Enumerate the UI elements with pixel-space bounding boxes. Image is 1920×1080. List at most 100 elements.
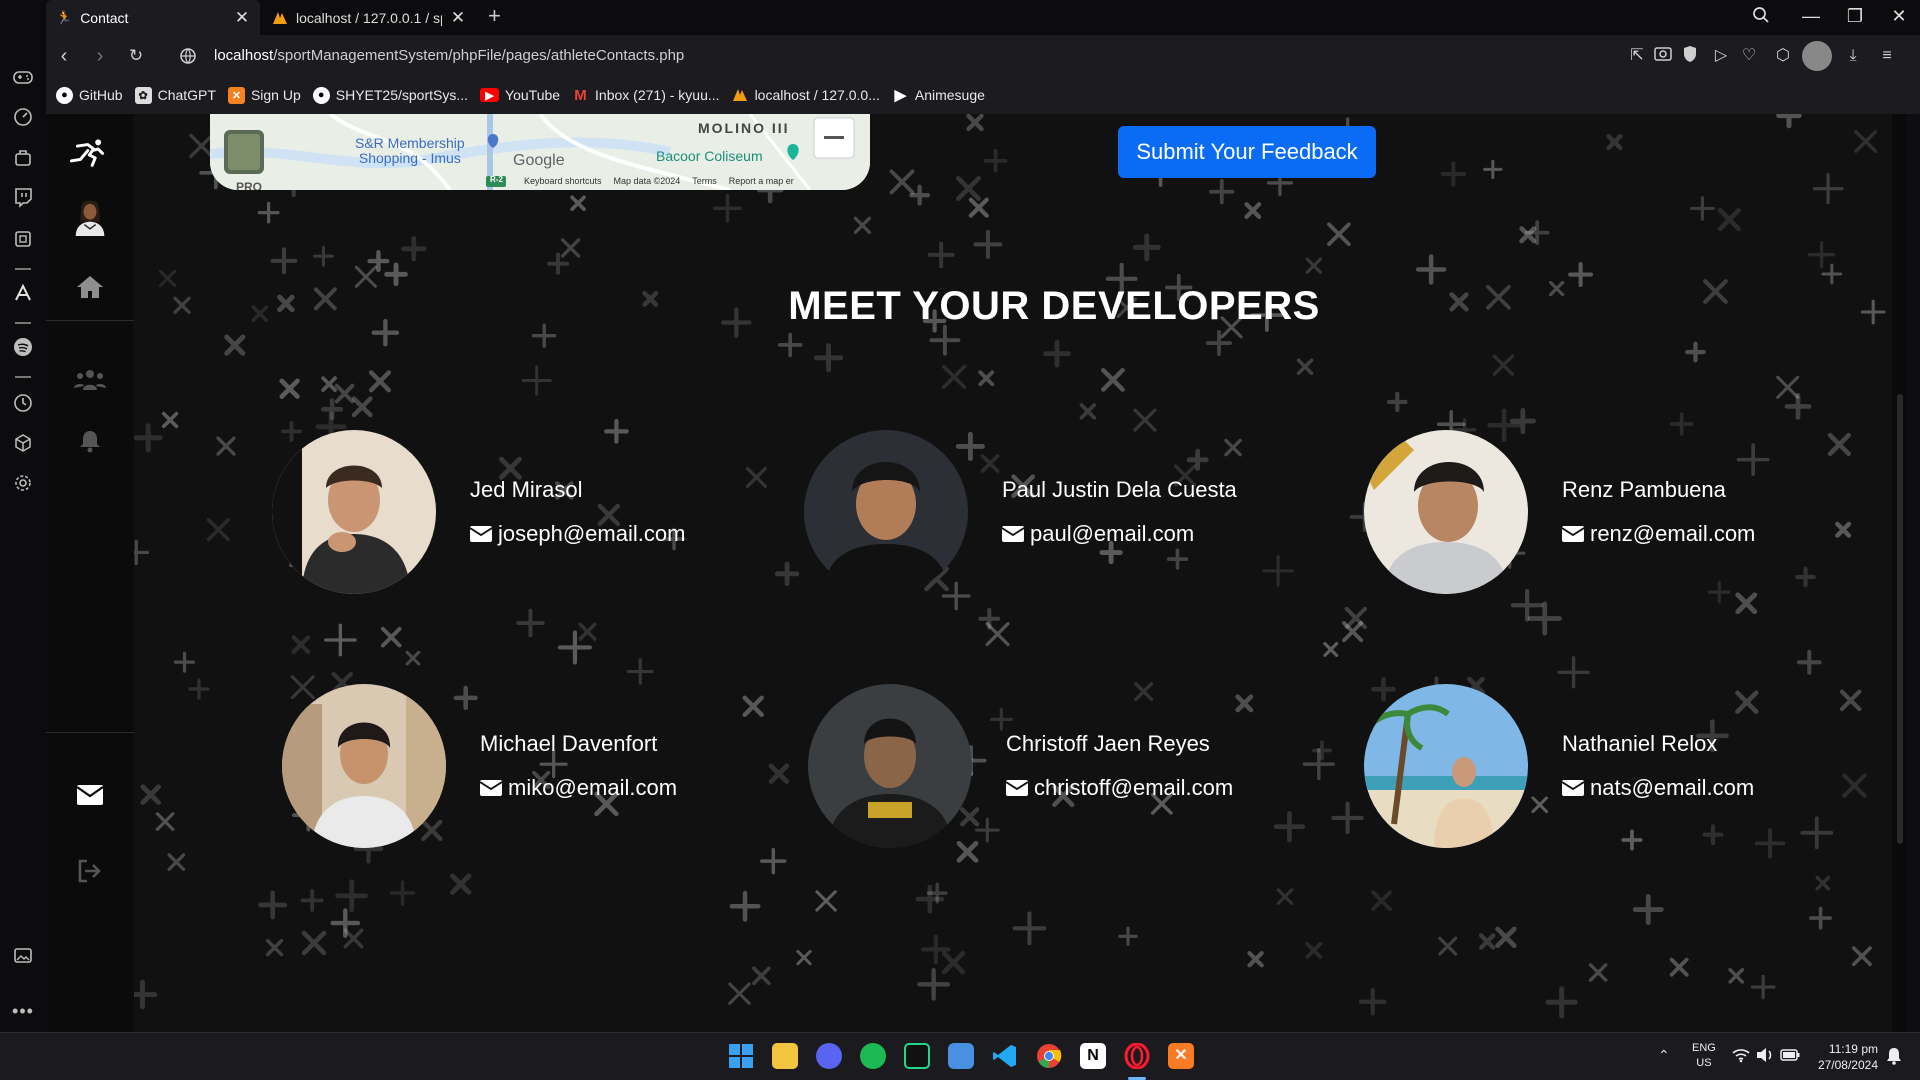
app-cube-icon[interactable] [948,1043,974,1069]
xampp-icon[interactable]: ✕ [1168,1043,1194,1069]
send-icon[interactable]: ▷ [1710,45,1732,67]
close-window-button[interactable]: ✕ [1884,6,1914,27]
download-icon[interactable]: ⤓ [1842,45,1864,67]
tab-title: localhost / 127.0.0.1 / sp [296,9,442,26]
spotify-icon[interactable] [860,1043,886,1069]
web-page: S&R Membership Shopping - Imus MOLINO II… [46,114,1906,1032]
site-info-icon[interactable] [176,44,200,68]
notion-icon[interactable]: N [1080,1043,1106,1069]
history-icon[interactable] [12,392,34,414]
home-icon[interactable] [70,272,110,302]
bookmark-phpmyadmin[interactable]: localhost / 127.0.0... [732,87,880,104]
extension-icon[interactable] [12,228,34,250]
bookmark-signup[interactable]: ✕ Sign Up [227,86,301,104]
speed-dial-icon[interactable] [12,106,34,128]
forward-icon[interactable]: › [88,44,112,68]
bell-icon[interactable] [70,426,110,456]
volume-icon[interactable] [1756,1047,1774,1063]
cross-decoration [796,949,812,966]
developer-email[interactable]: joseph@email.com [470,521,685,547]
team-icon[interactable] [70,364,110,394]
notification-bell-icon[interactable] [1886,1047,1902,1065]
runner-logo-icon[interactable] [70,134,110,170]
submit-feedback-button[interactable]: Submit Your Feedback [1118,126,1376,178]
tab-phpmyadmin[interactable]: localhost / 127.0.0.1 / sp ✕ [262,0,476,35]
gallery-icon[interactable] [12,944,34,966]
file-explorer-icon[interactable] [772,1043,798,1069]
embedded-map[interactable]: S&R Membership Shopping - Imus MOLINO II… [210,114,870,190]
restore-button[interactable]: ❐ [1840,6,1870,27]
bookmark-gmail[interactable]: M Inbox (271) - kyuu... [572,87,719,104]
windows-start-icon[interactable] [728,1043,754,1069]
shield-icon[interactable] [1682,45,1704,67]
close-tab-icon[interactable]: ✕ [450,8,466,28]
developer-email[interactable]: paul@email.com [1002,521,1237,547]
url-field[interactable]: localhost/sportManagementSystem/phpFile/… [214,47,684,64]
cross-decoration [173,296,191,315]
clock[interactable]: 11:19 pm 27/08/2024 [1814,1041,1878,1073]
chrome-icon[interactable] [1036,1043,1062,1069]
bookmark-github-repo[interactable]: ● SHYET25/sportSys... [312,86,468,104]
cross-decoration [251,305,269,322]
bookmark-youtube[interactable]: ▶ YouTube [480,87,560,103]
search-tabs-icon[interactable] [1752,6,1782,24]
box-icon[interactable]: ⬡ [1772,45,1794,67]
zoom-out-button[interactable] [814,118,854,158]
url-path: /sportManagementSystem/phpFile/pages/ath… [273,47,685,64]
vscode-icon[interactable] [992,1043,1018,1069]
share-icon[interactable]: ⇱ [1626,45,1648,67]
cross-decoration [158,269,177,288]
camera-icon[interactable] [1654,45,1676,67]
bag-icon[interactable] [12,146,34,168]
bookmark-chatgpt[interactable]: ✿ ChatGPT [134,86,216,104]
show-hidden-icons-icon[interactable]: ⌃ [1658,1047,1670,1064]
report-map-error-link[interactable]: Report a map er [729,176,794,186]
reload-icon[interactable]: ↻ [124,44,148,68]
new-tab-button[interactable]: + [488,3,501,29]
tab-contact[interactable]: 🏃 Contact ✕ [46,0,260,35]
cube-icon[interactable] [12,432,34,454]
mail-icon[interactable] [70,780,110,810]
gamepad-icon[interactable] [12,66,34,88]
more-icon[interactable]: ••• [12,1000,34,1022]
pycharm-icon[interactable] [904,1043,930,1069]
menu-icon[interactable]: ≡ [1876,45,1898,67]
back-icon[interactable]: ‹ [52,44,76,68]
bookmark-github[interactable]: ● GitHub [56,86,123,104]
developer-email[interactable]: christoff@email.com [1006,775,1233,801]
cross-decoration [1262,555,1294,587]
map-label: MOLINO III [698,120,790,136]
terms-link[interactable]: Terms [692,176,717,186]
developer-email[interactable]: miko@email.com [480,775,677,801]
settings-icon[interactable] [12,472,34,494]
developer-email[interactable]: nats@email.com [1562,775,1754,801]
twitch-icon[interactable] [12,186,34,208]
bookmark-label: YouTube [505,87,561,103]
language-indicator[interactable]: ENG US [1692,1041,1716,1071]
bookmark-animesuge[interactable]: ▶ Animesuge [892,87,985,104]
user-avatar[interactable] [70,188,110,244]
profile-avatar[interactable] [1802,41,1832,71]
cross-decoration [167,853,186,871]
discord-icon[interactable] [816,1043,842,1069]
cross-decoration [313,287,337,311]
wifi-icon[interactable] [1732,1047,1750,1063]
minimize-button[interactable]: — [1796,6,1826,27]
battery-icon[interactable] [1780,1048,1800,1062]
logout-icon[interactable] [70,856,110,886]
bookmark-label: GitHub [79,87,123,103]
map-label: S&R Membership Shopping - Imus [355,136,465,166]
cross-decoration [1703,279,1728,304]
heart-icon[interactable]: ♡ [1738,45,1760,67]
aria-icon[interactable] [12,282,34,304]
map-attribution: Keyboard shortcuts Map data ©2024 Terms … [524,176,794,186]
page-scrollbar[interactable] [1892,114,1906,1032]
close-tab-icon[interactable]: ✕ [234,8,250,28]
scrollbar-thumb[interactable] [1897,394,1903,844]
opera-icon[interactable] [1124,1043,1150,1069]
developer-email[interactable]: renz@email.com [1562,521,1755,547]
cross-decoration [1358,987,1387,1016]
keyboard-shortcuts-link[interactable]: Keyboard shortcuts [524,176,602,186]
spotify-icon[interactable] [12,336,34,358]
cross-decoration [140,784,162,806]
